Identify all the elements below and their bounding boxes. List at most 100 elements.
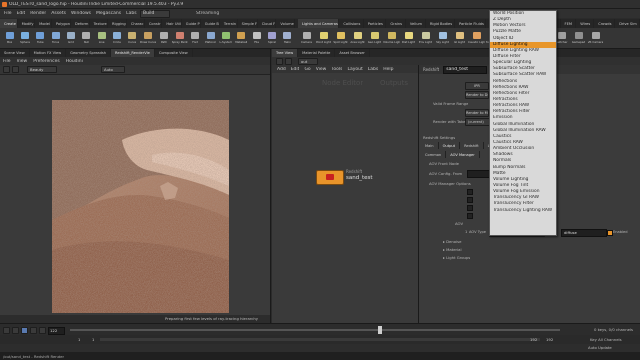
shelf-tool[interactable]: Volume Light xyxy=(383,32,400,44)
shelf-tool[interactable]: File xyxy=(249,32,264,44)
shelf-tool[interactable]: Spot Light xyxy=(332,32,349,44)
network-menu-item[interactable]: Go xyxy=(304,67,310,72)
timeline-playhead[interactable] xyxy=(378,326,382,334)
network-menu-item[interactable]: Help xyxy=(383,67,393,72)
shelf-tool[interactable]: Camera xyxy=(298,32,315,44)
shelf-tool[interactable]: Line xyxy=(94,32,109,44)
shelf-tab[interactable]: Create xyxy=(0,19,18,28)
render-to-mplay-button[interactable]: Render to MPlay xyxy=(465,109,489,117)
shelf-tab[interactable]: Volume xyxy=(276,19,295,28)
shelf-tool[interactable]: VR Camera xyxy=(587,32,604,44)
shelf-tab[interactable]: Drive Sim xyxy=(615,19,640,28)
shelf-tool[interactable]: Null xyxy=(79,32,94,44)
shelf-tool[interactable]: Geo Light xyxy=(366,32,383,44)
param-subtab[interactable]: Common xyxy=(421,151,447,158)
network-menu-item[interactable]: Layout xyxy=(347,67,362,72)
shelf-tab[interactable]: Particles xyxy=(364,19,387,28)
shelf-tab[interactable]: Polygon xyxy=(52,19,72,28)
shelf-tab[interactable]: Crowds xyxy=(594,19,616,28)
back-icon[interactable] xyxy=(276,57,283,65)
forward-icon[interactable] xyxy=(285,57,292,65)
shelf-tab[interactable]: Collisions xyxy=(339,19,364,28)
param-tab[interactable]: Output xyxy=(438,142,461,149)
network-menu-item[interactable]: Edit xyxy=(291,67,300,72)
shelf-tab[interactable]: Cloud F xyxy=(258,19,277,28)
dropdown-option[interactable]: Subsurface Scatter RAW xyxy=(490,72,556,78)
shelf-tool[interactable]: Tube xyxy=(33,32,48,44)
shelf-tool[interactable]: Sky Light xyxy=(434,32,451,44)
shelf-tab[interactable]: Particle Fluids xyxy=(455,19,487,28)
option-checkbox[interactable] xyxy=(467,197,473,203)
option-checkbox[interactable] xyxy=(467,189,473,195)
range-end[interactable]: 192 xyxy=(530,337,537,342)
render-view-menu-item[interactable]: View xyxy=(17,59,28,64)
dropdown-option[interactable]: Translucency Lighting RAW xyxy=(490,208,556,214)
auto-update-select[interactable]: Auto Update xyxy=(588,345,612,350)
shelf-tab[interactable]: Constr xyxy=(145,19,163,28)
range-end-2[interactable]: 192 xyxy=(546,337,553,342)
range-start[interactable]: 1 xyxy=(78,337,80,342)
shelf-tab[interactable]: Lights and Cameras xyxy=(298,19,340,28)
left-pane-tab[interactable]: Redshift_RenderVie xyxy=(111,49,155,57)
shelf-tool[interactable]: Spiral xyxy=(264,32,279,44)
shelf-tool[interactable]: Spray Paint xyxy=(172,32,188,44)
streaming-status[interactable]: Streaming xyxy=(196,11,219,16)
step-forward-icon[interactable] xyxy=(30,327,37,334)
shelf-tool[interactable]: Box xyxy=(2,32,17,44)
shelf-tab[interactable]: Deform xyxy=(71,19,90,28)
menu-item-labs[interactable]: Labs xyxy=(126,11,136,16)
shelf-tool[interactable]: Platonic xyxy=(203,32,218,44)
shelf-tool[interactable]: Path xyxy=(156,32,171,44)
network-menu-item[interactable]: View xyxy=(316,67,327,72)
param-tab[interactable]: Redshift xyxy=(460,142,484,149)
network-pane-tab[interactable]: Tree View xyxy=(272,49,299,57)
shelf-tool[interactable]: Grid xyxy=(63,32,78,44)
shelf-tool[interactable]: Env Light xyxy=(417,32,434,44)
shelf-tool[interactable]: Metaball xyxy=(234,32,249,44)
shelf-tab[interactable]: Vellum xyxy=(406,19,426,28)
shelf-tab[interactable]: Grains xyxy=(386,19,406,28)
range-slider[interactable] xyxy=(100,338,540,341)
network-pane-tab[interactable]: Asset Browser xyxy=(335,49,370,57)
shelf-tab[interactable]: Guide B xyxy=(201,19,220,28)
option-checkbox[interactable] xyxy=(467,213,473,219)
range-start-2[interactable]: 1 xyxy=(92,337,94,342)
shelf-tool[interactable]: Caustic Light xyxy=(468,32,485,44)
shelf-tab[interactable]: Charac xyxy=(127,19,145,28)
shelf-tab[interactable]: Rigging xyxy=(108,19,127,28)
aov-config-field[interactable] xyxy=(467,170,491,178)
shelf-tool[interactable]: Gamepad xyxy=(570,32,587,44)
option-checkbox[interactable] xyxy=(467,205,473,211)
left-pane-tab[interactable]: Composite View xyxy=(155,49,193,57)
menu-item-file[interactable]: File xyxy=(4,11,12,16)
shelf-tool[interactable]: Helix xyxy=(280,32,295,44)
shelf-tool[interactable]: Draw Curve xyxy=(140,32,156,44)
param-node-name[interactable]: sand_test xyxy=(443,65,488,74)
shelf-tool[interactable]: GI Light xyxy=(451,32,468,44)
skip-start-icon[interactable] xyxy=(3,327,10,334)
shelf-tab[interactable]: Terrain xyxy=(220,19,238,28)
render-start-button[interactable] xyxy=(3,66,10,73)
render-stop-button[interactable] xyxy=(12,66,19,73)
shelf-tool[interactable]: Font xyxy=(188,32,203,44)
shelf-tab[interactable]: Guide P xyxy=(182,19,201,28)
shelf-tab[interactable]: Wires xyxy=(576,19,595,28)
current-frame-field[interactable]: 122 xyxy=(48,327,65,335)
redshift-node[interactable] xyxy=(316,170,344,185)
left-pane-tab[interactable]: Geometry Spreadsh xyxy=(66,49,112,57)
key-all-button[interactable]: Key All Channels xyxy=(590,337,622,342)
desktop-select[interactable]: Build xyxy=(140,10,170,18)
shelf-tool[interactable]: Point Light xyxy=(315,32,332,44)
render-view-menu-item[interactable]: File xyxy=(3,59,11,64)
skip-end-icon[interactable] xyxy=(39,327,46,334)
param-subtab[interactable]: AOV Manager xyxy=(446,151,480,158)
shelf-tool[interactable]: Curve xyxy=(125,32,140,44)
left-pane-tab[interactable]: Motion FX View xyxy=(30,49,67,57)
shelf-tab[interactable]: Simple F xyxy=(238,19,258,28)
timeline-track[interactable] xyxy=(70,329,560,331)
shelf-tab[interactable]: FEM xyxy=(561,19,577,28)
shelf-tool[interactable]: Torus xyxy=(48,32,63,44)
aov-name-field[interactable]: diffuse xyxy=(561,229,607,237)
shelf-tool[interactable]: Dist Light xyxy=(400,32,417,44)
network-pane-tab[interactable]: Material Palette xyxy=(298,49,336,57)
